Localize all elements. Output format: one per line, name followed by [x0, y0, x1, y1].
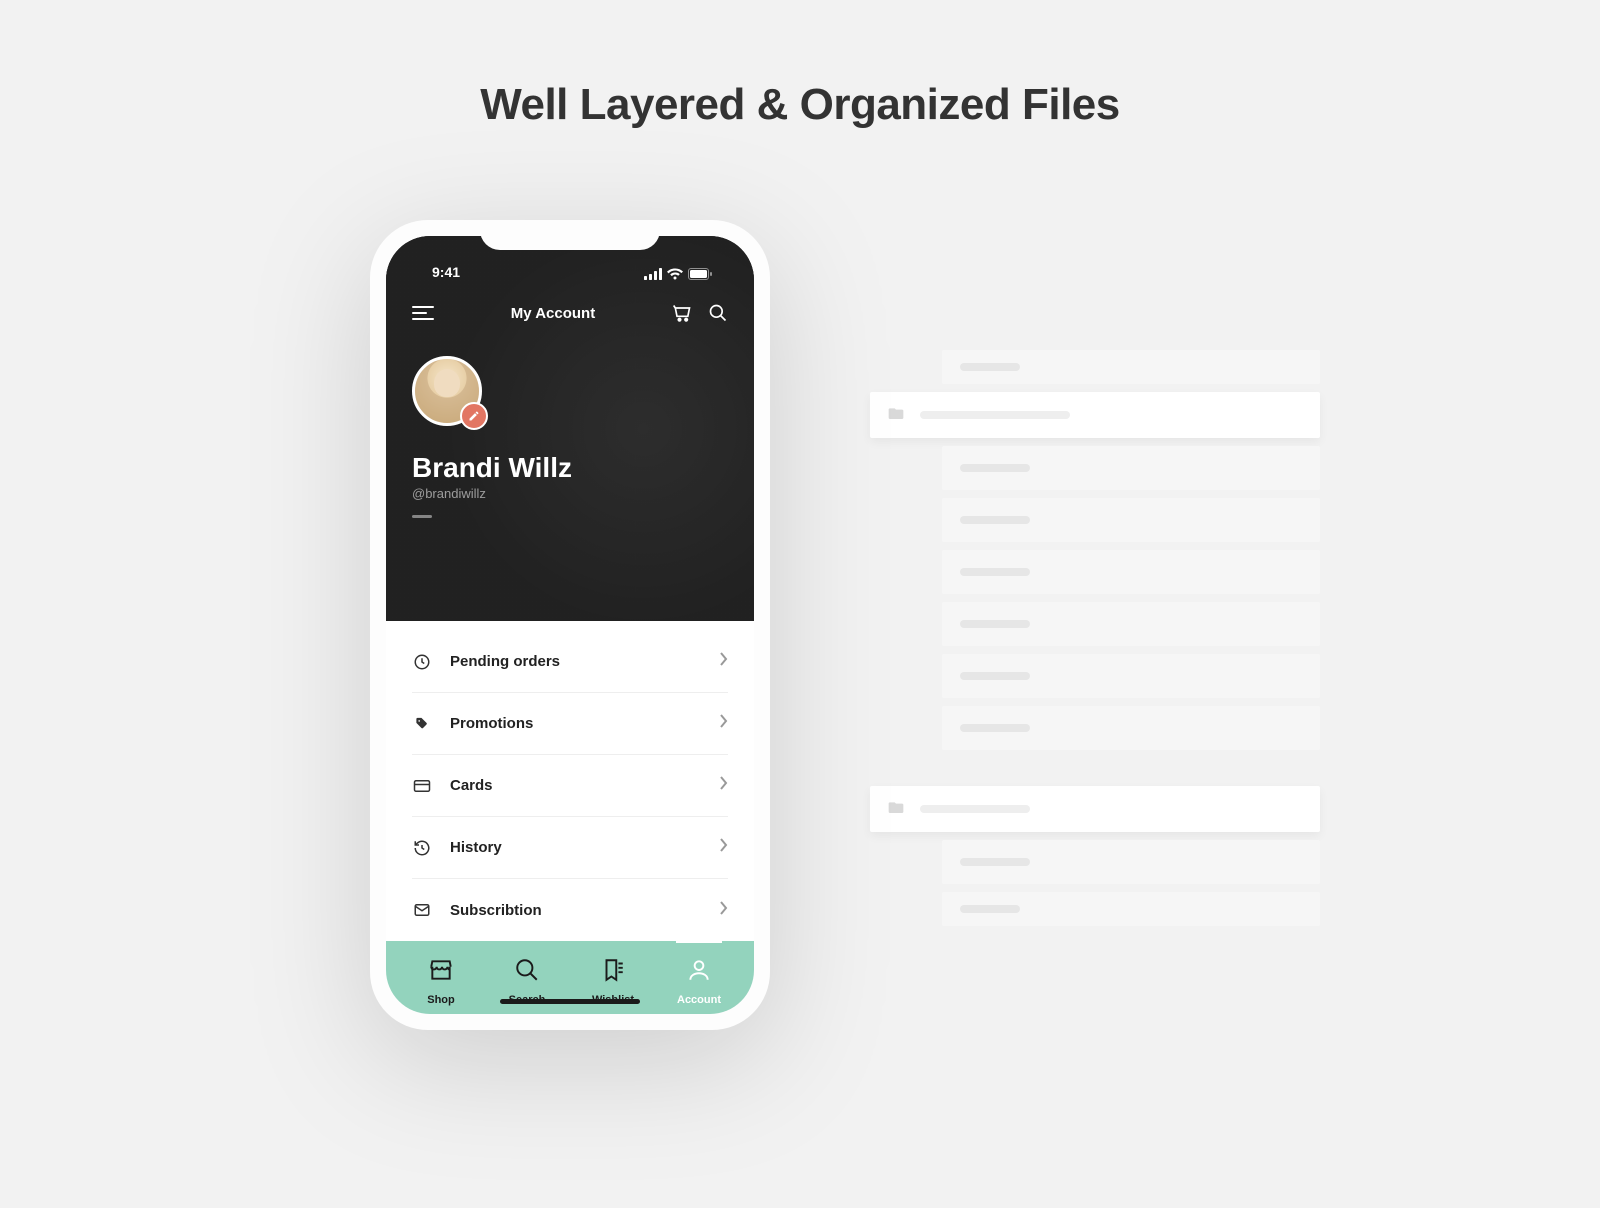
signal-icon: [644, 268, 662, 280]
menu-item-history[interactable]: History: [412, 817, 728, 879]
avatar-wrap: [412, 356, 482, 426]
chevron-right-icon: [720, 714, 728, 733]
tab-shop[interactable]: Shop: [406, 957, 476, 1006]
layer-group-header: [870, 786, 1320, 832]
history-icon: [412, 839, 432, 857]
tab-label: Account: [677, 994, 721, 1006]
edit-avatar-button[interactable]: [460, 402, 488, 430]
menu-item-label: Cards: [450, 777, 702, 794]
layer-row: [942, 446, 1320, 490]
home-indicator: [500, 999, 640, 1004]
chevron-right-icon: [720, 652, 728, 671]
layer-row: [942, 654, 1320, 698]
layer-row: [942, 892, 1320, 926]
cart-button[interactable]: [672, 303, 692, 323]
menu-item-label: History: [450, 839, 702, 856]
menu-item-label: Subscribtion: [450, 902, 702, 919]
card-icon: [412, 777, 432, 795]
menu-item-pending-orders[interactable]: Pending orders: [412, 631, 728, 693]
profile-name: Brandi Willz: [412, 452, 728, 484]
nav-bar: My Account: [412, 298, 728, 328]
user-icon: [686, 957, 712, 988]
account-hero: 9:41: [386, 236, 754, 621]
status-time: 9:41: [432, 264, 460, 280]
bookmark-icon: [600, 957, 626, 988]
layer-row: [942, 498, 1320, 542]
shop-icon: [428, 957, 454, 988]
search-button[interactable]: [708, 303, 728, 323]
menu-item-cards[interactable]: Cards: [412, 755, 728, 817]
chevron-right-icon: [720, 776, 728, 795]
search-icon: [514, 957, 540, 988]
menu-item-subscription[interactable]: Subscribtion: [412, 879, 728, 941]
profile-handle: @brandiwillz: [412, 486, 728, 501]
chevron-right-icon: [720, 901, 728, 920]
phone-screen: 9:41: [386, 236, 754, 1014]
layers-panel: [900, 350, 1320, 934]
menu-item-label: Promotions: [450, 715, 702, 732]
menu-button[interactable]: [412, 306, 434, 320]
layer-row: [942, 840, 1320, 884]
phone-mockup: 9:41: [370, 220, 770, 1030]
layer-row: [942, 706, 1320, 750]
tag-icon: [412, 715, 432, 733]
accent-underline: [412, 515, 432, 518]
tab-label: Shop: [427, 994, 455, 1006]
folder-icon: [888, 406, 904, 425]
battery-icon: [688, 268, 712, 280]
folder-icon: [888, 800, 904, 819]
layer-row: [942, 350, 1320, 384]
layer-row: [942, 602, 1320, 646]
nav-title: My Account: [511, 305, 595, 322]
mail-icon: [412, 901, 432, 919]
tab-account[interactable]: Account: [664, 957, 734, 1006]
menu-item-label: Pending orders: [450, 653, 702, 670]
menu-item-promotions[interactable]: Promotions: [412, 693, 728, 755]
status-bar: 9:41: [412, 236, 728, 282]
wifi-icon: [667, 268, 683, 280]
layer-group-header: [870, 392, 1320, 438]
clock-icon: [412, 653, 432, 671]
tab-bar: Shop Search Wishlist: [386, 941, 754, 1014]
layer-row: [942, 550, 1320, 594]
page-heading: Well Layered & Organized Files: [0, 80, 1600, 130]
account-menu: Pending orders Promotions: [386, 621, 754, 941]
chevron-right-icon: [720, 838, 728, 857]
